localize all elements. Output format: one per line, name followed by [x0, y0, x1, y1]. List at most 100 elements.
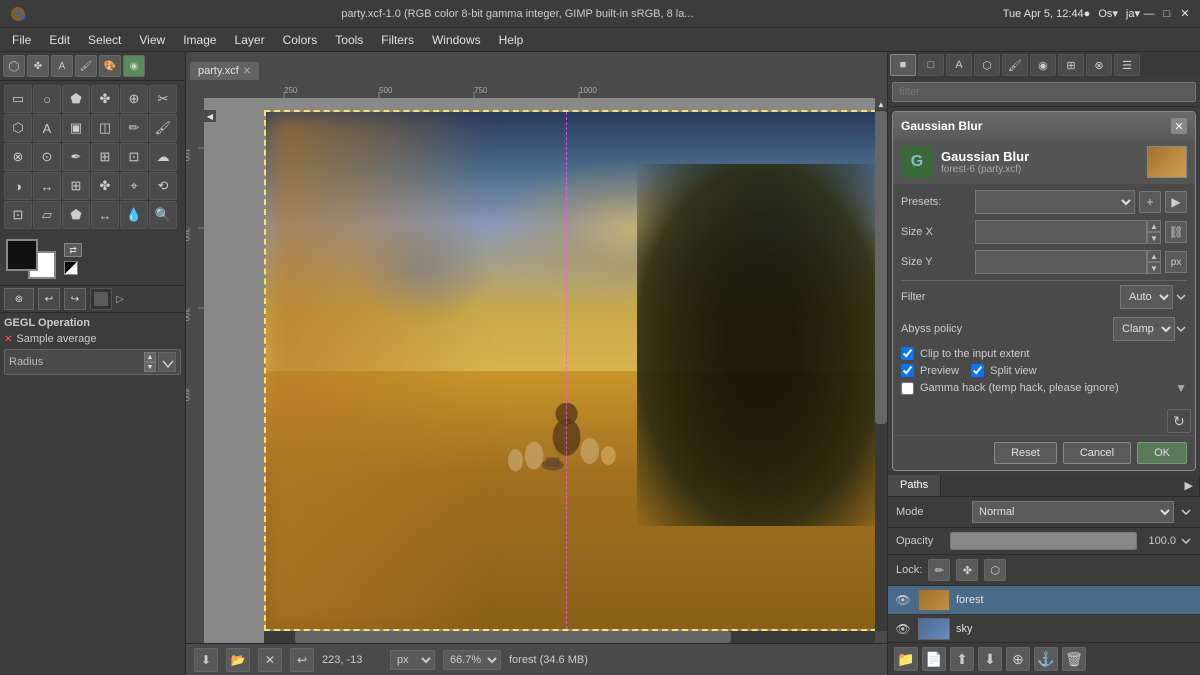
xy-link-btn[interactable]: ⛓ — [1165, 221, 1187, 243]
scrollbar-horizontal[interactable] — [264, 631, 887, 643]
size-y-down[interactable]: ▼ — [1147, 262, 1161, 274]
gegl-radius-input[interactable]: 3 — [114, 356, 144, 368]
layer-delete-btn[interactable]: 🗑 — [1062, 647, 1086, 671]
brush-tab-bg[interactable]: □ — [918, 54, 944, 76]
tool-zoom[interactable]: 🔍 — [149, 201, 177, 229]
mode-indicator-4[interactable] — [90, 288, 112, 310]
tool-paths[interactable]: ⬡ — [4, 114, 32, 142]
preview-label[interactable]: Preview — [920, 365, 959, 377]
tool-smudge[interactable]: ☁ — [149, 143, 177, 171]
canvas-image[interactable]: ▲ ◀ — [204, 98, 887, 643]
mode-indicator-1[interactable]: ⊚ — [4, 288, 34, 310]
tool-airbrush[interactable]: ⊙ — [33, 143, 61, 171]
tool-icon-ellipse[interactable]: ◯ — [3, 55, 25, 77]
default-colors-btn[interactable] — [64, 261, 78, 275]
tool-color-picker[interactable]: 💧 — [120, 201, 148, 229]
menu-filters[interactable]: Filters — [373, 31, 422, 49]
presets-add-btn[interactable]: + — [1139, 191, 1161, 213]
tool-measure[interactable]: ↔ — [33, 172, 61, 200]
layer-new-folder-btn[interactable]: 📁 — [894, 647, 918, 671]
tool-blend[interactable]: ◫ — [91, 114, 119, 142]
cancel-btn[interactable]: Cancel — [1063, 442, 1131, 464]
lang-label[interactable]: ja▾ — [1126, 7, 1140, 20]
brush-tab-fg[interactable]: ■ — [890, 54, 916, 76]
scroll-up-btn[interactable]: ▲ — [875, 98, 887, 110]
radius-down-btn[interactable]: ▼ — [144, 362, 156, 372]
paths-tab[interactable]: Paths — [888, 475, 941, 496]
menu-select[interactable]: Select — [80, 31, 129, 49]
brush-tab-document[interactable]: ⊗ — [1086, 54, 1112, 76]
minimize-btn[interactable]: — — [1142, 7, 1156, 21]
menu-edit[interactable]: Edit — [41, 31, 78, 49]
tool-align[interactable]: ⊞ — [62, 172, 90, 200]
menu-image[interactable]: Image — [175, 31, 224, 49]
brush-tab-pattern[interactable]: ⬡ — [974, 54, 1000, 76]
scroll-left-btn[interactable]: ◀ — [204, 110, 216, 122]
tool-move[interactable]: ✤ — [91, 172, 119, 200]
brush-tab-tool-preset[interactable]: ⊞ — [1058, 54, 1084, 76]
os-label[interactable]: Os▾ — [1098, 7, 1118, 20]
close-btn[interactable]: ✕ — [1178, 7, 1192, 21]
menu-layer[interactable]: Layer — [227, 31, 273, 49]
layer-lower-btn[interactable]: ⬇ — [978, 647, 1002, 671]
opacity-slider[interactable] — [950, 532, 1137, 550]
layer-new-btn[interactable]: 📄 — [922, 647, 946, 671]
menu-colors[interactable]: Colors — [275, 31, 326, 49]
tool-rotate[interactable]: ⟲ — [149, 172, 177, 200]
tool-fuzzy-select[interactable]: ✤ — [91, 85, 119, 113]
size-y-unit-btn[interactable]: px — [1165, 251, 1187, 273]
layer-forest[interactable]: 👁 forest — [888, 586, 1200, 615]
tool-icon-active[interactable]: ◉ — [123, 55, 145, 77]
tool-icon-cross[interactable]: ✤ — [27, 55, 49, 77]
lock-position-btn[interactable]: ✤ — [956, 559, 978, 581]
layer-forest-visibility[interactable]: 👁 — [894, 591, 912, 609]
swap-colors-btn[interactable]: ⇄ — [64, 243, 82, 257]
ok-btn[interactable]: OK — [1137, 442, 1187, 464]
menu-view[interactable]: View — [131, 31, 173, 49]
tool-by-color[interactable]: ⊕ — [120, 85, 148, 113]
size-y-input[interactable]: 14.24 — [975, 250, 1147, 274]
tool-paintbrush[interactable]: 🖌 — [149, 114, 177, 142]
tool-icon-text[interactable]: A — [51, 55, 73, 77]
statusbar-btn-4[interactable]: ↩ — [290, 648, 314, 672]
tool-clone[interactable]: ⊡ — [120, 143, 148, 171]
gamma-label[interactable]: Gamma hack (temp hack, please ignore) — [920, 382, 1119, 394]
tool-pencil[interactable]: ✏ — [120, 114, 148, 142]
canvas-tab[interactable]: party.xcf ✕ — [190, 62, 259, 80]
scrollbar-vertical[interactable] — [875, 110, 887, 631]
lock-pixels-btn[interactable]: ✏ — [928, 559, 950, 581]
tool-scissors[interactable]: ✂ — [149, 85, 177, 113]
tool-icon-color[interactable]: 🎨 — [99, 55, 121, 77]
tool-shear[interactable]: ▱ — [33, 201, 61, 229]
statusbar-btn-2[interactable]: 📂 — [226, 648, 250, 672]
size-x-input[interactable]: 14.24 — [975, 220, 1147, 244]
tool-ink[interactable]: ✒ — [62, 143, 90, 171]
gamma-expand-btn[interactable]: ▼ — [1175, 381, 1187, 395]
radius-up-btn[interactable]: ▲ — [144, 352, 156, 362]
scrollbar-h-thumb[interactable] — [295, 631, 731, 643]
clip-label[interactable]: Clip to the input extent — [920, 348, 1029, 360]
tool-eraser[interactable]: ⊗ — [4, 143, 32, 171]
presets-select[interactable] — [975, 190, 1135, 214]
foreground-color-swatch[interactable] — [6, 239, 38, 271]
zoom-selector[interactable]: 66.7% 50% 100% — [443, 650, 501, 670]
refresh-btn[interactable]: ↻ — [1167, 409, 1191, 433]
menu-help[interactable]: Help — [491, 31, 532, 49]
tool-text[interactable]: A — [33, 114, 61, 142]
split-checkbox[interactable] — [971, 364, 984, 377]
tool-bucket[interactable]: ▣ — [62, 114, 90, 142]
scrollbar-v-thumb[interactable] — [875, 111, 887, 424]
gamma-checkbox[interactable] — [901, 382, 914, 395]
brush-tab-dynamic[interactable]: ◉ — [1030, 54, 1056, 76]
presets-menu-btn[interactable]: ▶ — [1165, 191, 1187, 213]
menu-tools[interactable]: Tools — [327, 31, 371, 49]
menu-windows[interactable]: Windows — [424, 31, 489, 49]
tool-icon-brush[interactable]: 🖌 — [75, 55, 97, 77]
tool-crop[interactable]: ⌖ — [120, 172, 148, 200]
menu-file[interactable]: File — [4, 31, 39, 49]
filter-method-select[interactable]: Auto IIR RLE — [1120, 285, 1173, 309]
size-x-down[interactable]: ▼ — [1147, 232, 1161, 244]
brush-tab-brush[interactable]: 🖌 — [1002, 54, 1028, 76]
preview-checkbox[interactable] — [901, 364, 914, 377]
window-controls[interactable]: — □ ✕ — [1142, 7, 1192, 21]
